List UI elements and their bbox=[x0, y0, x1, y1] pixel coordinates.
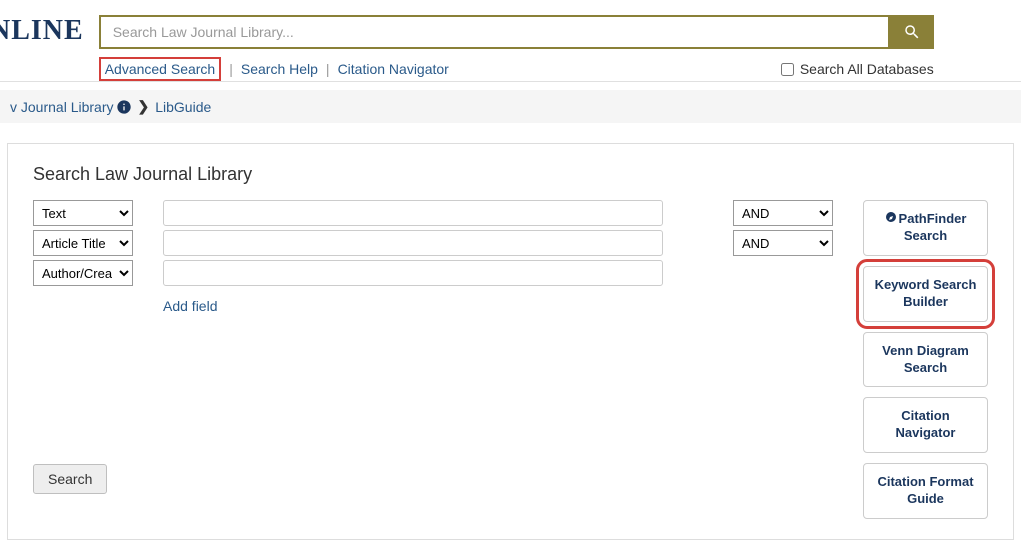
search-term-input-1[interactable] bbox=[163, 200, 663, 226]
citation-format-guide-button[interactable]: Citation Format Guide bbox=[863, 463, 988, 519]
search-button[interactable] bbox=[890, 15, 934, 49]
breadcrumb: v Journal Library ❯ LibGuide bbox=[0, 90, 1021, 123]
venn-diagram-search-button[interactable]: Venn Diagram Search bbox=[863, 332, 988, 388]
field-type-select-1[interactable]: Text bbox=[33, 200, 133, 226]
pathfinder-search-button[interactable]: PathFinder Search bbox=[863, 200, 988, 256]
logo: NLINE bbox=[0, 15, 99, 47]
search-help-link[interactable]: Search Help bbox=[241, 61, 318, 77]
keyword-search-builder-button[interactable]: Keyword Search Builder bbox=[863, 266, 988, 322]
breadcrumb-item-libguide[interactable]: LibGuide bbox=[155, 99, 211, 115]
divider: | bbox=[229, 61, 233, 77]
add-field-link[interactable]: Add field bbox=[163, 298, 703, 314]
search-term-input-2[interactable] bbox=[163, 230, 663, 256]
operator-select-1[interactable]: AND bbox=[733, 200, 833, 226]
advanced-search-link[interactable]: Advanced Search bbox=[99, 57, 222, 81]
divider: | bbox=[326, 61, 330, 77]
main-search-input[interactable] bbox=[99, 15, 890, 49]
search-submit-button[interactable]: Search bbox=[33, 464, 107, 494]
citation-navigator-link[interactable]: Citation Navigator bbox=[338, 61, 449, 77]
search-term-input-3[interactable] bbox=[163, 260, 663, 286]
info-icon[interactable] bbox=[116, 99, 132, 115]
breadcrumb-item-library[interactable]: v Journal Library bbox=[10, 99, 114, 115]
search-all-checkbox[interactable] bbox=[781, 63, 794, 76]
chevron-right-icon: ❯ bbox=[138, 98, 150, 115]
search-all-databases[interactable]: Search All Databases bbox=[781, 61, 934, 77]
search-icon bbox=[903, 23, 921, 41]
citation-navigator-button[interactable]: Citation Navigator bbox=[863, 397, 988, 453]
compass-icon bbox=[885, 211, 897, 228]
search-all-label: Search All Databases bbox=[800, 61, 934, 77]
field-type-select-3[interactable]: Author/Creator bbox=[33, 260, 133, 286]
operator-select-2[interactable]: AND bbox=[733, 230, 833, 256]
panel-title: Search Law Journal Library bbox=[33, 164, 988, 185]
field-type-select-2[interactable]: Article Title bbox=[33, 230, 133, 256]
